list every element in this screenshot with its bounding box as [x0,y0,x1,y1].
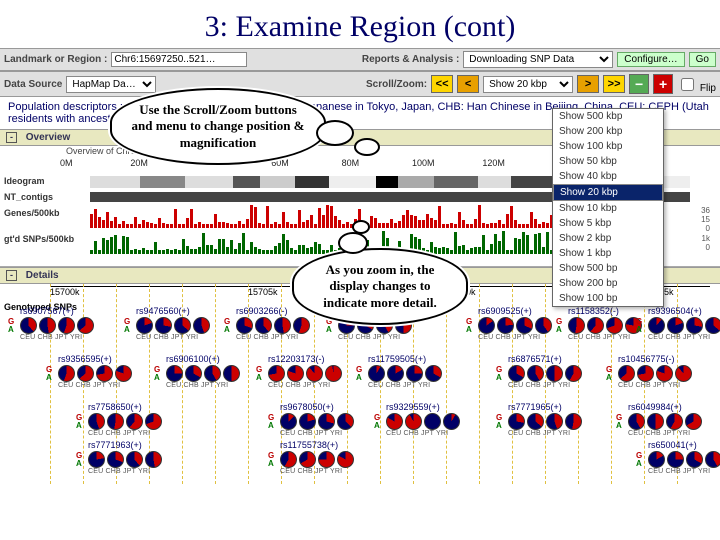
configure-button[interactable]: Configure… [617,52,684,67]
collapse-details-button[interactable]: - [6,270,17,281]
zoom-option[interactable]: Show 20 kbp [553,184,663,201]
source-label: Data Source [4,79,62,90]
scroll-right-fast-button[interactable]: >> [603,75,625,93]
scroll-left-fast-button[interactable]: << [431,75,453,93]
snp-item[interactable]: GArs7771965(+)CEU CHB JPT YRI [508,402,603,437]
landmark-label: Landmark or Region : [4,54,107,65]
flip-checkbox[interactable]: Flip [677,75,716,94]
zoom-option[interactable]: Show 100 kbp [553,139,663,154]
zoom-option[interactable]: Show 10 kbp [553,201,663,216]
snp-item[interactable]: GArs11759505(+)CEU CHB JPT YRI [368,354,463,389]
snp-item[interactable]: GArs9476560(+)CEU CHB JPT YRI [136,306,231,341]
scrollzoom-label: Scroll/Zoom: [366,79,427,90]
zoom-option[interactable]: Show 1 kbp [553,246,663,261]
scroll-left-button[interactable]: < [457,75,479,93]
snp-item[interactable]: GArs6876571(+)CEU CHB JPT YRI [508,354,603,389]
go-button[interactable]: Go [689,52,716,67]
callout-detail: As you zoom in, the display changes to i… [292,248,468,325]
zoom-out-button[interactable]: − [629,74,649,94]
snp-item[interactable]: GArs10456775(-)CEU CHB JPT YRI [618,354,713,389]
snp-item[interactable]: GArs9356595(+)CEU CHB JPT YRI [58,354,153,389]
reports-label: Reports & Analysis : [362,54,459,65]
callout-scrollzoom: Use the Scroll/Zoom buttons and menu to … [110,88,326,165]
row-landmark: Landmark or Region : Reports & Analysis … [0,48,720,71]
slide-title: 3: Examine Region (cont) [0,0,720,48]
zoom-option[interactable]: Show 200 bp [553,276,663,291]
snp-item[interactable]: GArs6906100(+)CEU CHB JPT YRI [166,354,261,389]
scroll-right-button[interactable]: > [577,75,599,93]
row-source: Data Source HapMap Da… Scroll/Zoom: << <… [0,71,720,97]
genes-label: Genes/500kb [4,208,60,218]
snp-item[interactable]: GArs7758650(+)CEU CHB JPT YRI [88,402,183,437]
ideogram-label: Ideogram [4,176,45,186]
snp-density-label: gt'd SNPs/500kb [4,234,74,244]
zoom-option[interactable]: Show 40 kbp [553,169,663,184]
zoom-in-button[interactable]: + [653,74,673,94]
snp-item[interactable]: GArs9678050(+)CEU CHB JPT YRI [280,402,375,437]
snp-item[interactable]: GArs9329559(+)CEU CHB JPT YRI [386,402,481,437]
snp-item[interactable]: GArs12203173(-)CEU CHB JPT YRI [268,354,363,389]
snp-item[interactable]: GArs6049984(+)CEU CHB JPT YRI [628,402,720,437]
contigs-label: NT_contigs [4,192,53,202]
zoom-dropdown-menu[interactable]: Show 500 kbpShow 200 kbpShow 100 kbpShow… [552,108,664,307]
zoom-option[interactable]: Show 5 kbp [553,216,663,231]
snp-item[interactable]: GArs11755738(+)CEU CHB JPT YRI [280,440,375,475]
collapse-overview-button[interactable]: - [6,132,17,143]
snp-item[interactable]: GArs7771963(+)CEU CHB JPT YRI [88,440,183,475]
snp-item[interactable]: GArs650041(+)CEU CHB JPT YRI [648,440,720,475]
zoom-option[interactable]: Show 2 kbp [553,231,663,246]
snp-item[interactable]: GArs6907567(+)CEU CHB JPT YRI [20,306,115,341]
snp-item[interactable]: GArs9396504(+)CEU CHB JPT YRI [648,306,720,341]
zoom-option[interactable]: Show 100 bp [553,291,663,306]
zoom-option[interactable]: Show 50 kbp [553,154,663,169]
zoom-option[interactable]: Show 500 kbp [553,109,663,124]
zoom-select[interactable]: Show 20 kbp [483,76,573,93]
zoom-option[interactable]: Show 500 bp [553,261,663,276]
source-select[interactable]: HapMap Da… [66,76,156,93]
reports-select[interactable]: Downloading SNP Data [463,51,613,68]
zoom-option[interactable]: Show 200 kbp [553,124,663,139]
landmark-input[interactable] [111,52,247,67]
